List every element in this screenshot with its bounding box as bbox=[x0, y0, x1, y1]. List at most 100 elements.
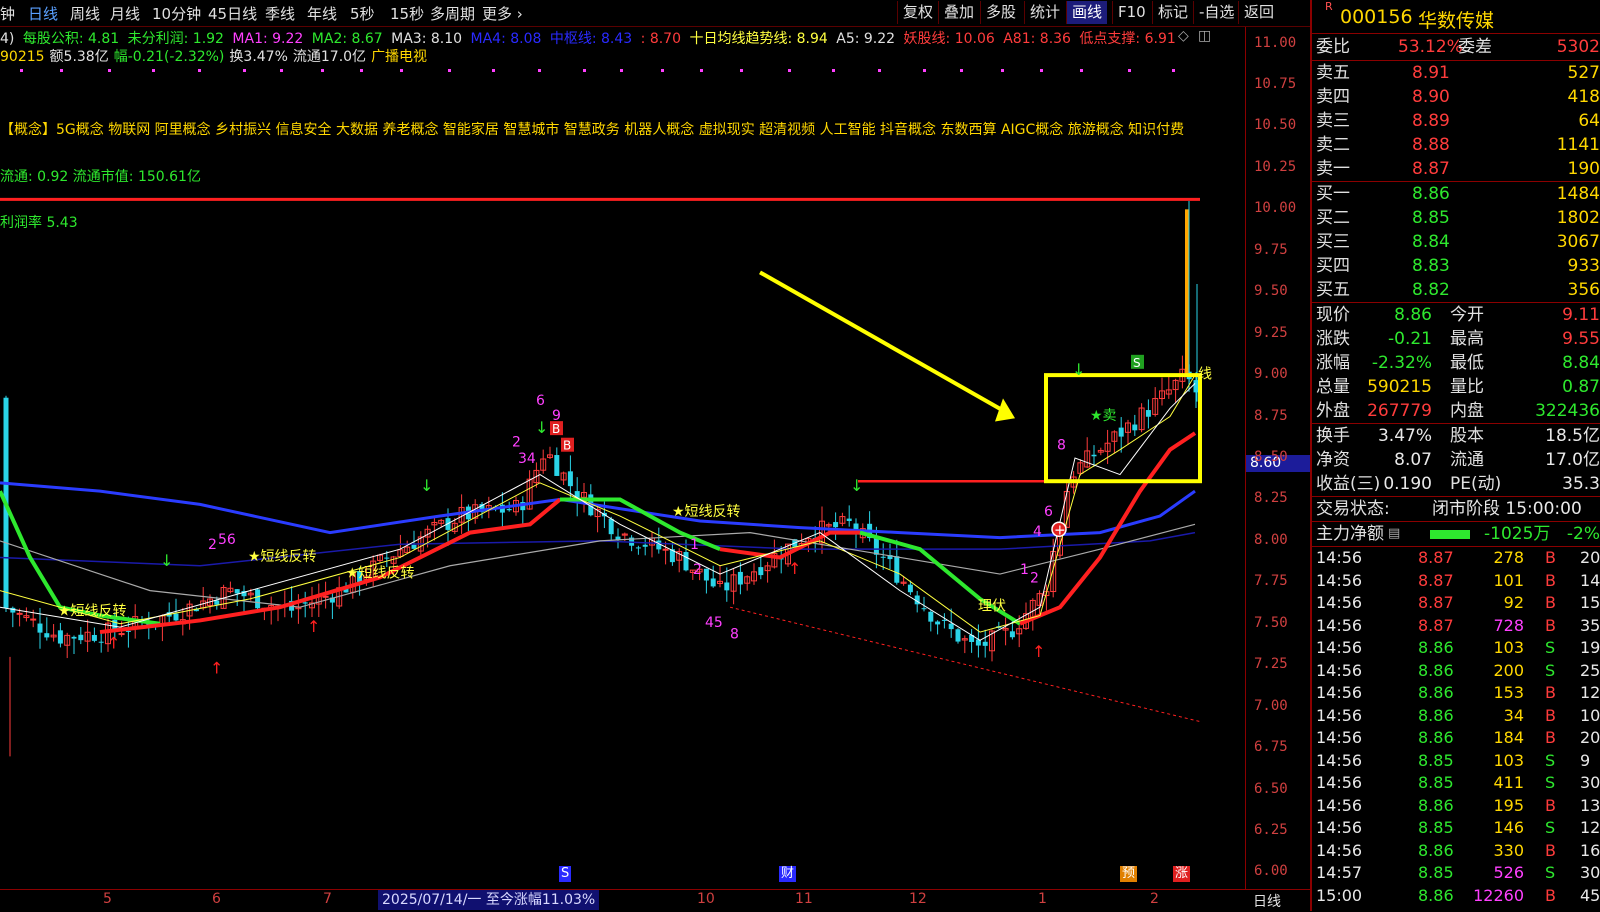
ask-row-1[interactable]: 卖四 8.90 418 bbox=[1312, 85, 1600, 109]
candle-body bbox=[724, 582, 730, 591]
tick-row-10[interactable]: 14:56 8.85 411 S 30 bbox=[1312, 772, 1600, 795]
toolbar-button-7[interactable]: -自选 bbox=[1193, 1, 1239, 24]
tab-7[interactable]: 年线 bbox=[307, 3, 337, 24]
tick-price: 8.86 bbox=[1418, 728, 1454, 747]
ask-row-4[interactable]: 卖一 8.87 190 bbox=[1312, 157, 1600, 181]
menu-icon[interactable]: ▤ bbox=[1388, 522, 1400, 546]
tab-4[interactable]: 10分钟 bbox=[152, 3, 201, 24]
toolbar-button-3[interactable]: 统计 bbox=[1024, 1, 1065, 24]
tick-row-2[interactable]: 14:56 8.87 92 B 15 bbox=[1312, 592, 1600, 615]
tab-11[interactable]: 更多 › bbox=[482, 3, 523, 24]
tick-side: S bbox=[1545, 750, 1556, 770]
tick-side: B bbox=[1545, 728, 1556, 747]
toolbar-button-5[interactable]: F10 bbox=[1112, 1, 1151, 24]
tab-6[interactable]: 季线 bbox=[265, 3, 295, 24]
ask-row-0[interactable]: 卖五 8.91 527 bbox=[1312, 61, 1600, 85]
tab-2[interactable]: 周线 bbox=[70, 3, 100, 24]
ask-label: 卖五 bbox=[1316, 63, 1350, 83]
kline-chart[interactable]: ↑ ↑ ↑ ↑ ↑ ↓ ↓ ↓ ↓ ↓ ★短线反转 ★短线反转 ★短线反转 ★短线反转 理伏 ★卖 B B S 6 9 2… bbox=[0, 27, 1245, 889]
bid-row-3[interactable]: 买四 8.83 933 bbox=[1312, 254, 1600, 278]
stock-name[interactable]: 华数传媒 bbox=[1418, 6, 1494, 33]
up-arrow-icon: ↑ bbox=[307, 617, 320, 636]
quote-label-2: 今开 bbox=[1450, 305, 1484, 325]
fund-value-2: 17.0亿 bbox=[1545, 450, 1600, 470]
count-label-8: 45 bbox=[705, 615, 723, 631]
toolbar-button-4[interactable]: 画线 bbox=[1066, 1, 1108, 24]
down-arrow-icon: ↓ bbox=[535, 418, 548, 437]
up-arrow-icon: ↑ bbox=[210, 659, 223, 678]
candle-body bbox=[506, 508, 512, 511]
tick-row-7[interactable]: 14:56 8.86 34 B 10 bbox=[1312, 705, 1600, 728]
tab-9[interactable]: 15秒 bbox=[390, 3, 424, 24]
toolbar-button-0[interactable]: 复权 bbox=[897, 1, 938, 24]
toolbar-button-6[interactable]: 标记 bbox=[1152, 1, 1193, 24]
tick-row-11[interactable]: 14:56 8.86 195 B 13 bbox=[1312, 795, 1600, 818]
candle-body bbox=[880, 556, 886, 558]
trade-state-row: 交易状态: 闭市阶段 15:00:00 bbox=[1312, 497, 1600, 522]
tick-row-5[interactable]: 14:56 8.86 200 S 25 bbox=[1312, 660, 1600, 683]
buy-badge-2: B bbox=[563, 439, 571, 453]
toolbar-button-1[interactable]: 叠加 bbox=[938, 1, 979, 24]
bid-row-4[interactable]: 买五 8.82 356 bbox=[1312, 278, 1600, 302]
tick-row-4[interactable]: 14:56 8.86 103 S 19 bbox=[1312, 637, 1600, 660]
tick-time: 15:00 bbox=[1316, 885, 1363, 905]
toolbar-button-2[interactable]: 多股 bbox=[980, 1, 1021, 24]
range-gain-label[interactable]: 2025/07/14/一 至今涨幅11.03% bbox=[378, 890, 600, 910]
ask-label: 卖二 bbox=[1316, 135, 1350, 155]
tick-row-14[interactable]: 14:57 8.85 526 S 30 bbox=[1312, 862, 1600, 885]
tick-row-9[interactable]: 14:56 8.85 103 S 9 bbox=[1312, 750, 1600, 773]
quote-panel: R 000156 华数传媒 委比 53.12% 委差 5302 卖五 8.91 52… bbox=[1310, 0, 1600, 911]
annotation-ambush: 理伏 bbox=[978, 599, 1006, 615]
quote-label-2: 最低 bbox=[1450, 353, 1484, 373]
price-axis: 8.60 11.00 10.75 10.50 10.25 10.00 9.75 9.50 9.… bbox=[1245, 27, 1315, 889]
price-tick-2: 10.50 bbox=[1254, 117, 1297, 134]
tick-time: 14:56 bbox=[1316, 728, 1363, 747]
tab-10[interactable]: 多周期 bbox=[430, 3, 475, 24]
trade-state-value: 闭市阶段 15:00:00 bbox=[1432, 499, 1582, 519]
tick-count: 12 bbox=[1580, 683, 1600, 702]
tab-5[interactable]: 45日线 bbox=[208, 3, 257, 24]
price-tick-13: 7.75 bbox=[1254, 573, 1288, 590]
tick-row-13[interactable]: 14:56 8.86 330 B 16 bbox=[1312, 840, 1600, 863]
bid-price: 8.83 bbox=[1412, 256, 1450, 276]
tick-list[interactable]: 14:56 8.87 278 B 20 14:56 8.87 101 B 14 14:56 8.87 9… bbox=[1312, 547, 1600, 907]
tab-3[interactable]: 月线 bbox=[110, 3, 140, 24]
down-arrow-icon: ↓ bbox=[1072, 360, 1085, 379]
tick-count: 10 bbox=[1580, 705, 1600, 725]
tab-1[interactable]: 日线 bbox=[28, 3, 58, 24]
tick-side: S bbox=[1545, 773, 1556, 792]
tick-row-6[interactable]: 14:56 8.86 153 B 12 bbox=[1312, 682, 1600, 705]
ask-row-2[interactable]: 卖三 8.89 64 bbox=[1312, 109, 1600, 133]
price-tick-1: 10.75 bbox=[1254, 76, 1297, 93]
tick-row-1[interactable]: 14:56 8.87 101 B 14 bbox=[1312, 570, 1600, 593]
tick-row-12[interactable]: 14:56 8.85 146 S 12 bbox=[1312, 817, 1600, 840]
tick-row-0[interactable]: 14:56 8.87 278 B 20 bbox=[1312, 547, 1600, 570]
bid-row-0[interactable]: 买一 8.86 1484 bbox=[1312, 182, 1600, 206]
fund-label-2: 流通 bbox=[1450, 450, 1484, 470]
tick-volume: 92 bbox=[1503, 593, 1524, 612]
price-tick-20: 6.00 bbox=[1254, 863, 1288, 880]
quote-label-2: 内盘 bbox=[1450, 401, 1484, 421]
quote-value: -0.21 bbox=[1388, 329, 1432, 349]
bid-row-2[interactable]: 买三 8.84 3067 bbox=[1312, 230, 1600, 254]
tick-row-8[interactable]: 14:56 8.86 184 B 20 bbox=[1312, 727, 1600, 750]
tab-0[interactable]: 钟 bbox=[0, 3, 15, 24]
tick-time: 14:56 bbox=[1316, 840, 1363, 860]
stock-code[interactable]: 000156 bbox=[1320, 6, 1413, 28]
candle-body bbox=[57, 630, 63, 644]
bid-row-1[interactable]: 买二 8.85 1802 bbox=[1312, 206, 1600, 230]
signal-dot bbox=[878, 69, 881, 72]
candle-body bbox=[894, 556, 900, 583]
tick-count: 30 bbox=[1580, 773, 1600, 792]
candle-body bbox=[384, 557, 390, 559]
tick-volume: 200 bbox=[1493, 660, 1524, 680]
tab-8[interactable]: 5秒 bbox=[350, 3, 375, 24]
ask-row-3[interactable]: 卖二 8.88 1141 bbox=[1312, 133, 1600, 157]
tick-row-3[interactable]: 14:56 8.87 728 B 35 bbox=[1312, 615, 1600, 638]
tick-row-15[interactable]: 15:00 8.86 12260 B 450 bbox=[1312, 885, 1600, 908]
signal-dot bbox=[1001, 69, 1004, 72]
bid-label: 买一 bbox=[1316, 184, 1350, 204]
candle-body bbox=[941, 619, 947, 621]
price-tick-15: 7.25 bbox=[1254, 656, 1288, 673]
toolbar-button-8[interactable]: 返回 bbox=[1238, 1, 1279, 24]
